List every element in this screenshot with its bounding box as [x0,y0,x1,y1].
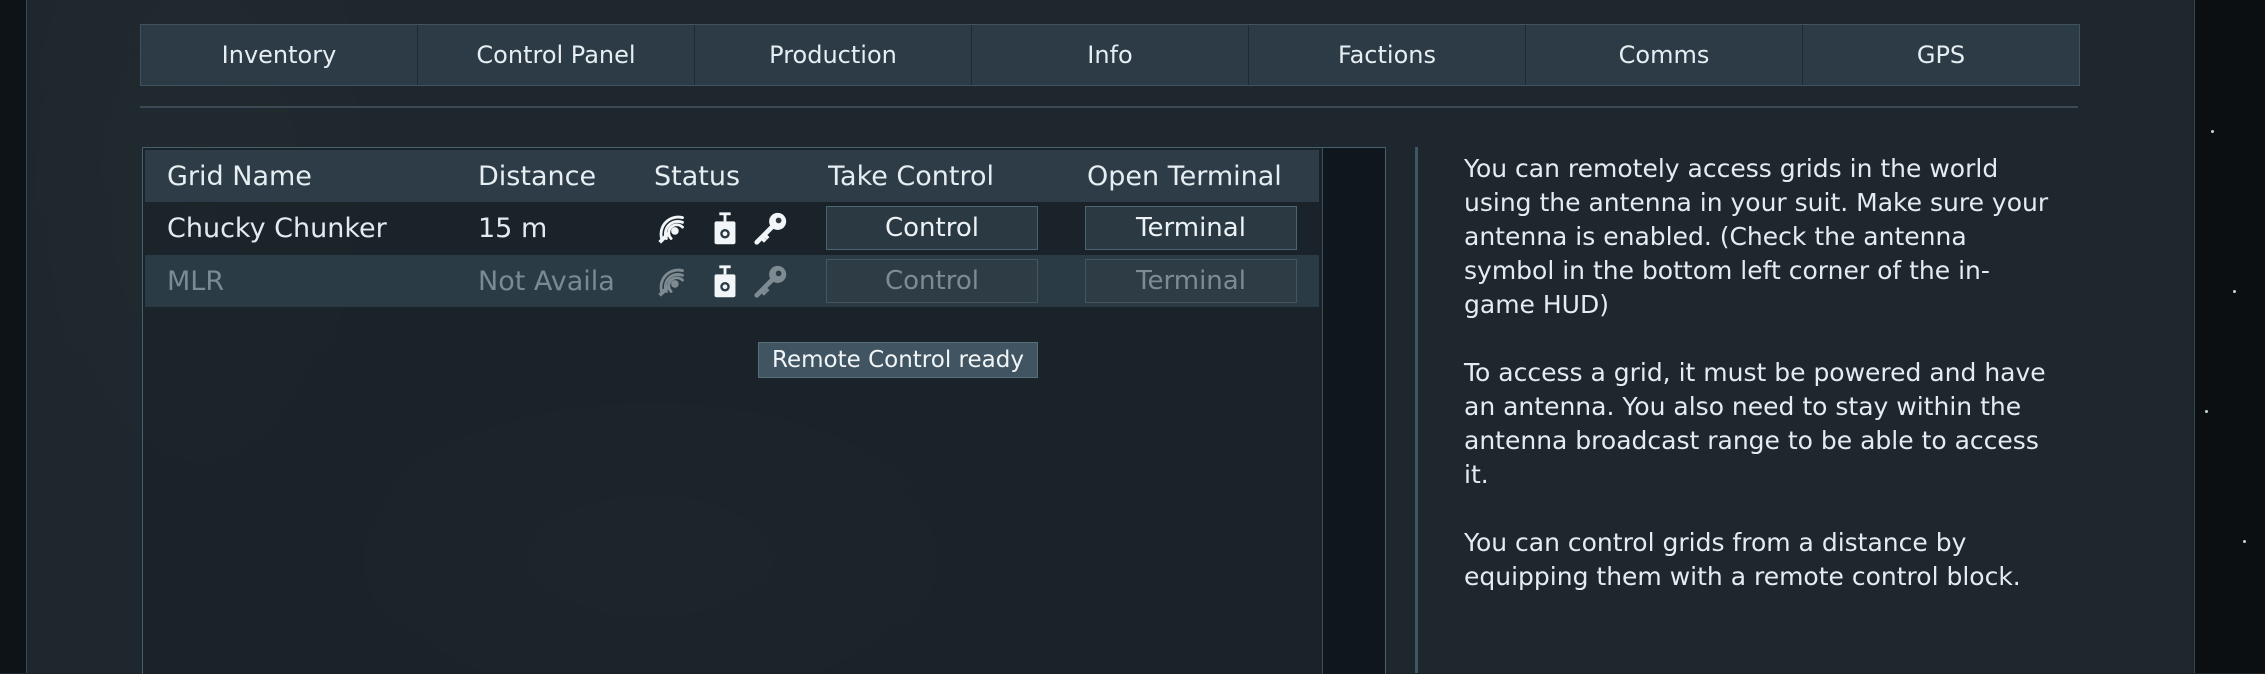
antenna-icon [658,268,684,297]
left-edge [0,0,26,673]
grid-name-cell: MLR [167,265,225,297]
remote-control-icon [714,212,736,245]
grid-list: Grid Name Distance Status Take Control O… [142,147,1386,674]
column-header-open-terminal[interactable]: Open Terminal [1087,150,1282,202]
remote-control-tooltip: Remote Control ready [758,342,1038,378]
tab-comms[interactable]: Comms [1526,25,1803,85]
tab-info[interactable]: Info [972,25,1249,85]
remote-control-icon [714,265,736,298]
open-terminal-button[interactable]: Terminal [1085,206,1297,250]
tab-gps[interactable]: GPS [1803,25,2079,85]
grid-list-scrollbar[interactable] [1322,148,1385,674]
grid-name-cell: Chucky Chunker [167,212,387,244]
info-panel: You can remotely access grids in the wor… [1464,152,2054,628]
distance-cell: 15 m [478,212,548,244]
info-paragraph: You can remotely access grids in the wor… [1464,154,2049,319]
key-icon [754,212,787,245]
tab-control-panel[interactable]: Control Panel [418,25,695,85]
open-terminal-button[interactable]: Terminal [1085,259,1297,303]
table-row[interactable]: Chucky Chunker 15 m Control Terminal [145,202,1319,254]
take-control-button[interactable]: Control [826,259,1038,303]
column-header-take-control[interactable]: Take Control [828,150,994,202]
key-icon [754,265,787,298]
tab-production[interactable]: Production [695,25,972,85]
panel-divider [1415,147,1418,673]
column-header-grid-name[interactable]: Grid Name [167,150,312,202]
tab-factions[interactable]: Factions [1249,25,1526,85]
distance-cell: Not Availa [478,265,615,297]
tab-inventory[interactable]: Inventory [141,25,418,85]
antenna-icon [658,215,684,244]
table-row[interactable]: MLR Not Availa Control Terminal [145,255,1319,307]
tab-bar: Inventory Control Panel Production Info … [140,24,2080,86]
column-header-status[interactable]: Status [654,150,740,202]
take-control-button[interactable]: Control [826,206,1038,250]
tab-divider [140,106,2078,108]
info-paragraph: To access a grid, it must be powered and… [1464,358,2046,489]
right-edge-space [2193,0,2265,673]
info-paragraph: You can control grids from a distance by… [1464,528,2021,591]
column-header-distance[interactable]: Distance [478,150,596,202]
grid-list-header: Grid Name Distance Status Take Control O… [145,150,1319,202]
